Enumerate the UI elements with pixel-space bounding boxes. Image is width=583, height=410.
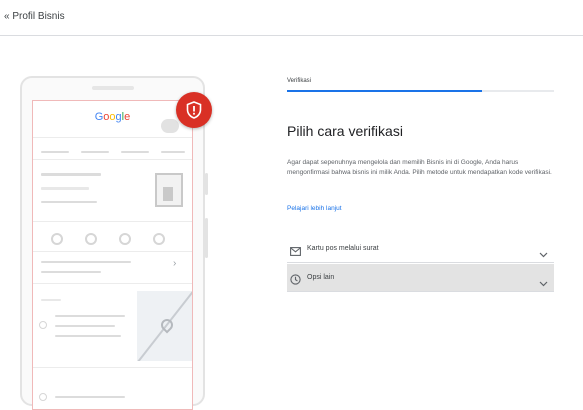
phone-side-button [205,173,208,195]
screen-divider [33,367,192,368]
learn-more-link[interactable]: Pelajari lebih lanjut [287,205,342,212]
option-label: Kartu pos melalui surat [307,245,379,252]
chevron-down-icon[interactable] [539,274,548,292]
shield-icon [186,101,202,119]
placeholder-line [41,261,131,263]
progress-bar [287,90,554,92]
phone-illustration: Google › [20,76,208,410]
phone-speaker [92,86,134,90]
mail-icon [290,243,301,261]
screen-divider [33,251,192,252]
bullet-icon [39,393,47,401]
rating-stars-placeholder [41,187,89,190]
page-title[interactable]: « Profil Bisnis [4,11,65,22]
option-other[interactable]: Opsi lain [287,264,554,292]
placeholder-line [161,151,185,153]
page-heading: Pilih cara verifikasi [287,123,403,139]
placeholder-line [41,151,69,153]
action-circle-icon [153,233,165,245]
phone-screen: Google › [32,100,193,410]
action-circle-icon [85,233,97,245]
option-postcard[interactable]: Kartu pos melalui surat [287,235,554,263]
placeholder-line [81,151,109,153]
option-label: Opsi lain [307,274,335,281]
placeholder-line [121,151,149,153]
placeholder-line [55,325,115,327]
chevron-down-icon[interactable] [539,245,548,263]
placeholder-line [55,396,125,398]
step-label: Verifikasi [287,78,312,84]
storefront-icon [155,173,183,207]
search-pill-placeholder [161,119,179,133]
phone-side-button [205,218,208,258]
screen-divider [33,283,192,284]
action-circle-icon [119,233,131,245]
top-bar: « Profil Bisnis [0,0,583,36]
placeholder-line [41,201,97,203]
chevron-right-icon: › [173,258,177,269]
screen-divider [33,137,192,138]
placeholder-line [41,299,61,301]
screen-divider [33,221,192,222]
map-thumbnail [137,291,192,361]
action-circle-icon [51,233,63,245]
placeholder-line [41,271,101,273]
description-text: Agar dapat sepenuhnya mengelola dan memi… [287,159,552,176]
placeholder-line [55,335,121,337]
placeholder-line [55,315,125,317]
placeholder-line [41,173,101,176]
progress-fill [287,90,482,92]
bullet-icon [39,321,47,329]
screen-divider [33,159,192,160]
shield-badge [176,92,212,128]
clock-icon [290,272,301,290]
